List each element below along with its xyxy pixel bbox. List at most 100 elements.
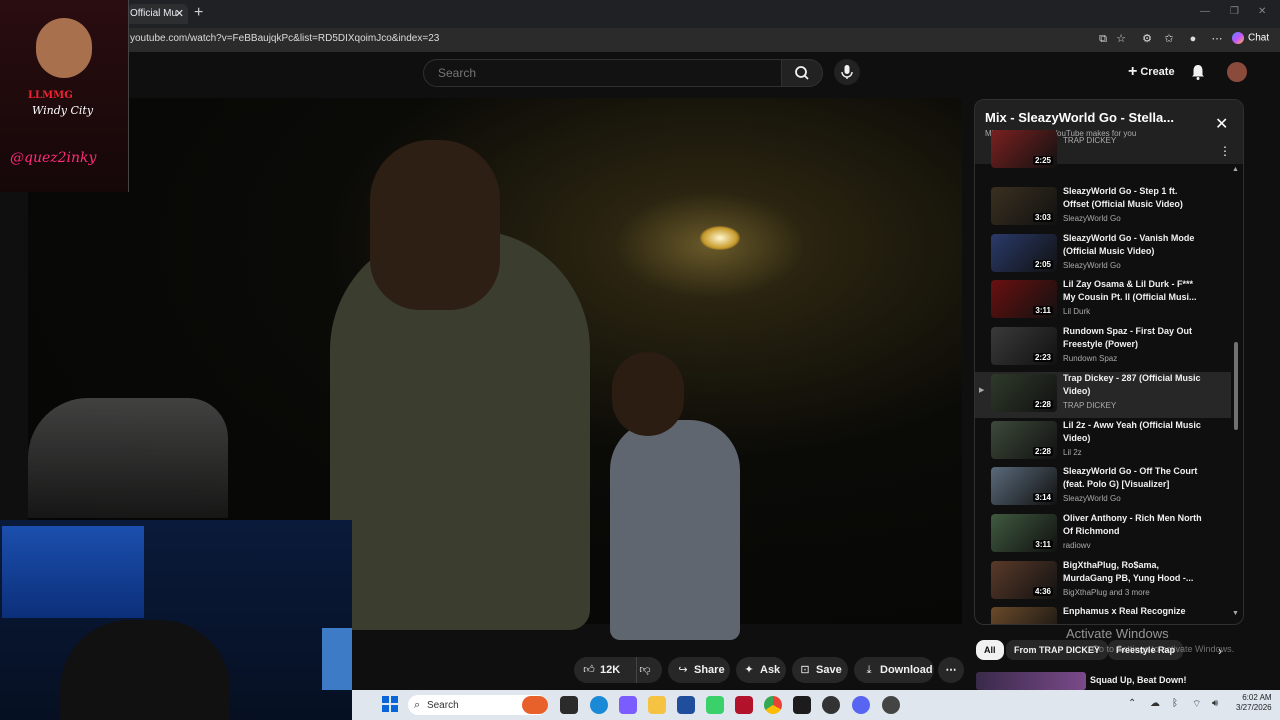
search-input[interactable]: [436, 65, 770, 81]
game-app-icon[interactable]: [706, 696, 724, 714]
adobe-app-icon[interactable]: [735, 696, 753, 714]
activate-windows-subtitle: Go to Settings to activate Windows.: [1092, 644, 1235, 654]
duration-badge: 3:11: [1033, 306, 1053, 316]
favorites-icon[interactable]: ✩: [1162, 32, 1176, 46]
more-actions-button[interactable]: ⋯: [938, 657, 964, 683]
download-label: Download: [880, 664, 933, 676]
volume-icon[interactable]: 🔊︎: [1212, 698, 1218, 709]
playlist-thumbnail[interactable]: 4:36: [991, 560, 1057, 599]
like-button[interactable]: 👍︎ 12K: [582, 657, 620, 683]
extensions-icon[interactable]: ⚙: [1140, 32, 1154, 46]
duration-badge: 2:05: [1032, 259, 1053, 269]
playlist-item[interactable]: 3:11 Oliver Anthony - Rich Men North Of R…: [975, 512, 1231, 558]
chip-all[interactable]: All: [976, 640, 1004, 660]
save-button[interactable]: ⊡ Save: [792, 657, 848, 683]
tray-chevron-icon[interactable]: ⌃: [1128, 698, 1136, 709]
account-avatar[interactable]: [1227, 62, 1247, 82]
streamer-cartoon-avatar: [36, 18, 92, 78]
playlist-item-channel: SleazyWorld Go: [1063, 494, 1121, 504]
browser-tab[interactable]: Official Mu ✕: [128, 4, 188, 24]
playlist-thumbnail[interactable]: 2:23: [991, 327, 1057, 366]
close-window-icon[interactable]: ✕: [1258, 6, 1266, 17]
scrollbar-thumb[interactable]: [1234, 342, 1238, 430]
voice-search-button[interactable]: [834, 59, 860, 85]
now-playing-icon: ▶: [979, 386, 985, 394]
profile-icon[interactable]: ●: [1186, 32, 1200, 46]
maximize-icon[interactable]: ❐: [1230, 6, 1239, 17]
playlist-thumbnail[interactable]: 3:14: [991, 467, 1057, 506]
download-button[interactable]: ⤓ Download: [854, 657, 934, 683]
playlist-item[interactable]: Enphamus x Real Recognize: [975, 605, 1231, 624]
wifi-icon[interactable]: ⌔: [1192, 698, 1201, 711]
brand-line-1: LLMMG: [28, 90, 73, 101]
save-label: Save: [816, 664, 842, 676]
notifications-button[interactable]: [1188, 62, 1208, 82]
store-icon[interactable]: [677, 696, 695, 714]
playlist-thumbnail[interactable]: 2:28: [991, 420, 1057, 459]
discord-icon[interactable]: [852, 696, 870, 714]
more-options-icon[interactable]: ⋯: [1210, 32, 1224, 46]
playlist-thumbnail[interactable]: 3:11: [991, 280, 1057, 319]
youtube-search-box[interactable]: [423, 59, 783, 87]
playlist-item[interactable]: 3:11 Lil Zay Osama & Lil Durk - F*** My C…: [975, 278, 1231, 324]
url-field[interactable]: youtube.com/watch?v=FeBBaujqkPc&list=RD5…: [130, 33, 439, 44]
playlist-item[interactable]: 4:36 BigXthaPlug, Ro$ama, MurdaGang PB, Y…: [975, 559, 1231, 605]
tab-title: Official Mu: [130, 8, 178, 19]
playlist-scrollbar[interactable]: ▲ ▼: [1232, 166, 1239, 620]
more-horizontal-icon: ⋯: [945, 664, 957, 676]
dislike-button[interactable]: 👎︎: [638, 657, 656, 683]
playlist-item[interactable]: 3:14 SleazyWorld Go - Off The Court (feat…: [975, 465, 1231, 511]
playlist-item[interactable]: 2:28 Lil 2z - Aww Yeah (Official Music Vi…: [975, 419, 1231, 465]
playlist-item[interactable]: 2:23 Rundown Spaz - First Day Out Freesty…: [975, 325, 1231, 371]
playlist-thumbnail[interactable]: [991, 607, 1057, 624]
bluetooth-icon[interactable]: ᛒ: [1172, 698, 1178, 709]
playlist-item[interactable]: 3:03 SleazyWorld Go - Step 1 ft. Offset (…: [975, 185, 1231, 231]
playlist-item-title: Oliver Anthony - Rich Men North Of Richm…: [1063, 512, 1202, 536]
playlist-item[interactable]: ▶ 2:28 Trap Dickey - 287 (Official Music V…: [975, 371, 1231, 418]
playlist-item[interactable]: 2:25 TRAP DICKEY: [975, 128, 1231, 174]
playlist-item-channel: TRAP DICKEY: [1063, 400, 1117, 410]
tab-close-icon[interactable]: ✕: [175, 4, 184, 24]
search-icon: [795, 66, 809, 80]
playlist-title[interactable]: Mix - SleazyWorld Go - Stella...: [985, 110, 1174, 125]
share-button[interactable]: ↪ Share: [668, 657, 730, 683]
share-label: Share: [694, 664, 725, 676]
create-button[interactable]: + Create: [1118, 59, 1185, 85]
network-icon[interactable]: ☁: [1150, 698, 1160, 709]
like-count: 12K: [600, 664, 621, 676]
app-available-icon[interactable]: ⧉: [1096, 32, 1110, 46]
scroll-down-icon[interactable]: ▼: [1232, 610, 1239, 617]
windows-start-icon[interactable]: [382, 696, 398, 712]
new-tab-icon[interactable]: +: [194, 4, 203, 22]
obs-icon[interactable]: [822, 696, 840, 714]
plus-icon: +: [1128, 63, 1138, 81]
bell-icon: [1192, 65, 1204, 80]
scroll-up-icon[interactable]: ▲: [1232, 166, 1239, 173]
playlist-thumbnail[interactable]: 3:11: [991, 513, 1057, 552]
search-button[interactable]: [781, 59, 823, 87]
minimize-icon[interactable]: —: [1200, 6, 1210, 17]
duration-badge: 3:03: [1032, 213, 1053, 222]
app-icon[interactable]: [882, 696, 900, 714]
chrome-icon[interactable]: [764, 696, 782, 714]
next-recommendation[interactable]: Squad Up, Beat Down!: [974, 672, 1242, 690]
audio-app-icon[interactable]: [793, 696, 811, 714]
task-view-icon[interactable]: [560, 696, 578, 714]
create-label: Create: [1140, 66, 1175, 78]
playlist-thumbnail[interactable]: 2:28: [991, 373, 1057, 412]
download-icon: ⤓: [866, 664, 872, 676]
playlist-thumbnail[interactable]: 3:03: [991, 187, 1057, 225]
edge-browser-icon[interactable]: [590, 696, 608, 714]
copilot-app-icon[interactable]: [619, 696, 637, 714]
taskbar-clock[interactable]: 6:02 AM 3/27/2026: [1236, 693, 1272, 713]
ask-button[interactable]: ✦ Ask: [736, 657, 786, 683]
playlist-item[interactable]: 2:05 SleazyWorld Go - Vanish Mode (Offici…: [975, 232, 1231, 278]
playlist-item-title: BigXthaPlug, Ro$ama, MurdaGang PB, Yung …: [1063, 559, 1194, 583]
favorite-icon[interactable]: ☆: [1114, 32, 1128, 46]
playlist-thumbnail[interactable]: 2:25: [991, 130, 1057, 168]
playlist-thumbnail[interactable]: 2:05: [991, 233, 1057, 272]
weather-widget-icon[interactable]: [522, 696, 548, 714]
playlist-item-channel: radiowv: [1063, 540, 1091, 550]
file-explorer-icon[interactable]: [648, 696, 666, 714]
copilot-chat-button[interactable]: Chat: [1232, 32, 1269, 44]
